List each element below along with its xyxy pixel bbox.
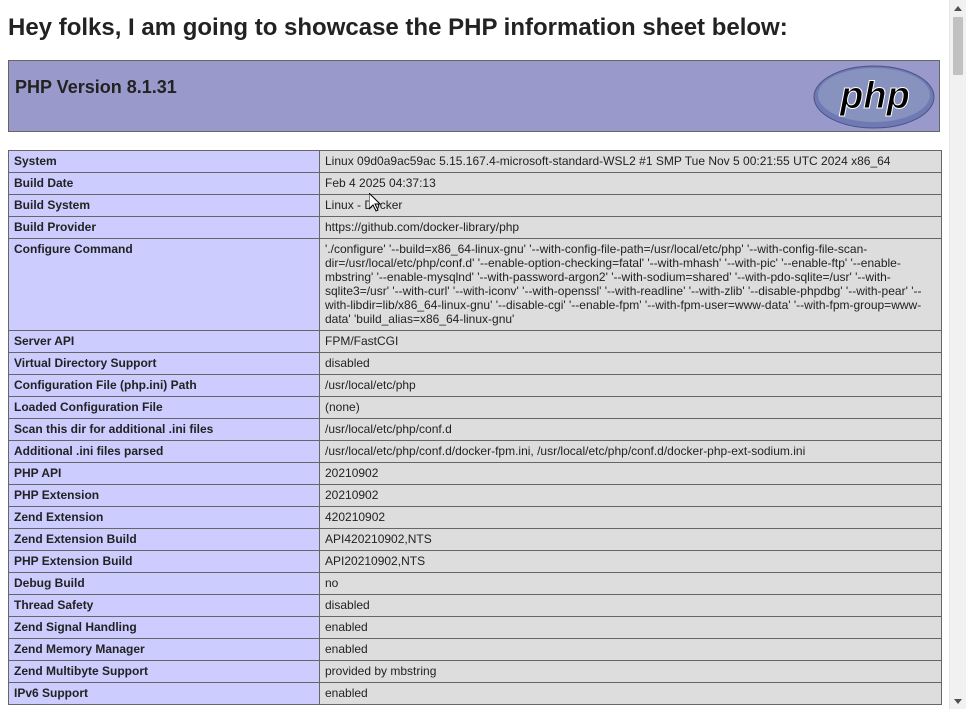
row-key: Build Date [8, 172, 320, 195]
table-row: PHP Extension Build API20210902,NTS [8, 550, 942, 573]
table-row: Zend Multibyte Support provided by mbstri… [8, 660, 942, 683]
row-value: /usr/local/etc/php/conf.d/docker-fpm.ini… [319, 440, 942, 463]
row-key: Zend Extension Build [8, 528, 320, 551]
row-key: Build System [8, 194, 320, 217]
row-key: Thread Safety [8, 594, 320, 617]
row-value: disabled [319, 352, 942, 375]
table-row: Scan this dir for additional .ini files /… [8, 418, 942, 441]
php-logo-text: php [839, 75, 910, 117]
row-key: Zend Multibyte Support [8, 660, 320, 683]
table-row: Configuration File (php.ini) Path/usr/lo… [8, 374, 942, 397]
row-key: Loaded Configuration File [8, 396, 320, 419]
row-key: Build Provider [8, 216, 320, 239]
table-row: Virtual Directory Support disabled [8, 352, 942, 375]
table-row: Debug Build no [8, 572, 942, 595]
row-value: disabled [319, 594, 942, 617]
row-key: Zend Memory Manager [8, 638, 320, 661]
row-key: PHP Extension Build [8, 550, 320, 573]
scrollbar-thumb[interactable] [953, 17, 963, 75]
page-content: Hey folks, I am going to showcase the PH… [0, 0, 949, 709]
row-key: Scan this dir for additional .ini files [8, 418, 320, 441]
row-value: './configure' '--build=x86_64-linux-gnu'… [319, 238, 942, 331]
row-key: Debug Build [8, 572, 320, 595]
table-row: Configure Command './configure' '--build=… [8, 238, 942, 331]
page: Hey folks, I am going to showcase the PH… [0, 0, 966, 709]
table-row: Zend Extension 420210902 [8, 506, 942, 529]
page-heading: Hey folks, I am going to showcase the PH… [8, 14, 788, 41]
table-row: Build System Linux - Docker [8, 194, 942, 217]
table-row: Thread Safety disabled [8, 594, 942, 617]
php-info-table: System Linux 09d0a9ac59ac 5.15.167.4-micr… [8, 150, 942, 705]
row-value: /usr/local/etc/php [319, 374, 942, 397]
row-key: IPv6 Support [8, 682, 320, 705]
vertical-scrollbar[interactable] [949, 0, 966, 709]
row-value: no [319, 572, 942, 595]
php-version-title: PHP Version 8.1.31 [15, 77, 177, 97]
row-key: Virtual Directory Support [8, 352, 320, 375]
row-value: (none) [319, 396, 942, 419]
row-value: /usr/local/etc/php/conf.d [319, 418, 942, 441]
row-key: Additional .ini files parsed [8, 440, 320, 463]
table-row: PHP Extension 20210902 [8, 484, 942, 507]
table-row: IPv6 Support enabled [8, 682, 942, 705]
row-value: 20210902 [319, 462, 942, 485]
scroll-down-arrow-icon[interactable] [950, 693, 966, 709]
table-row: Zend Memory Manager enabled [8, 638, 942, 661]
row-value: https://github.com/docker-library/php [319, 216, 942, 239]
row-key: Zend Extension [8, 506, 320, 529]
row-value: Linux 09d0a9ac59ac 5.15.167.4-microsoft-… [319, 150, 942, 173]
row-value: enabled [319, 616, 942, 639]
php-logo-icon[interactable]: php [813, 65, 935, 129]
table-row: PHP API 20210902 [8, 462, 942, 485]
table-row: Zend Extension Build API420210902,NTS [8, 528, 942, 551]
table-row: Additional .ini files parsed/usr/local/e… [8, 440, 942, 463]
scroll-up-arrow-icon[interactable] [950, 0, 966, 16]
row-value: enabled [319, 638, 942, 661]
row-value: 20210902 [319, 484, 942, 507]
row-value: provided by mbstring [319, 660, 942, 683]
row-key: PHP API [8, 462, 320, 485]
row-key: Configuration File (php.ini) Path [8, 374, 320, 397]
table-row: System Linux 09d0a9ac59ac 5.15.167.4-micr… [8, 150, 942, 173]
php-version-header: PHP Version 8.1.31 php [8, 60, 940, 132]
row-value: API420210902,NTS [319, 528, 942, 551]
table-row: Build Date Feb 4 2025 04:37:13 [8, 172, 942, 195]
row-key: Server API [8, 330, 320, 353]
row-key: PHP Extension [8, 484, 320, 507]
row-value: 420210902 [319, 506, 942, 529]
row-value: Linux - Docker [319, 194, 942, 217]
table-row: Zend Signal Handling enabled [8, 616, 942, 639]
table-row: Loaded Configuration File (none) [8, 396, 942, 419]
row-key: Zend Signal Handling [8, 616, 320, 639]
row-value: Feb 4 2025 04:37:13 [319, 172, 942, 195]
row-value: API20210902,NTS [319, 550, 942, 573]
row-value: FPM/FastCGI [319, 330, 942, 353]
row-key: System [8, 150, 320, 173]
row-value: enabled [319, 682, 942, 705]
table-row: Server API FPM/FastCGI [8, 330, 942, 353]
row-key: Configure Command [8, 238, 320, 331]
table-row: Build Provider https://github.com/docker-… [8, 216, 942, 239]
